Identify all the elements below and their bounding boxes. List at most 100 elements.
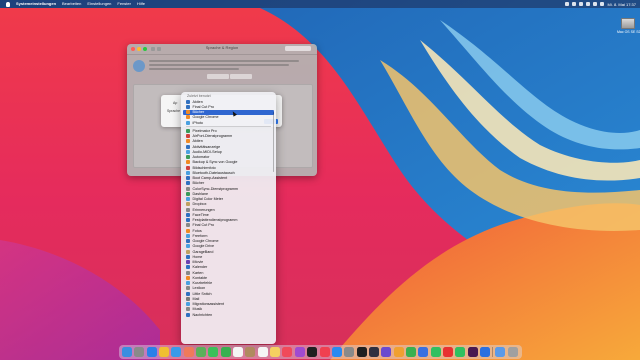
app-list-item[interactable]: Final Cut Pro — [181, 104, 276, 109]
app-icon — [186, 128, 190, 133]
app-icon — [186, 144, 190, 149]
app-icon — [186, 99, 190, 104]
contacts-icon[interactable] — [245, 347, 256, 357]
app-icon — [186, 120, 190, 125]
app-icon — [186, 191, 190, 196]
snitch-status-icon[interactable] — [571, 2, 576, 6]
hard-drive-icon — [621, 18, 635, 29]
app-list-item[interactable]: Nachrichten — [181, 312, 276, 317]
app-icon — [186, 275, 190, 280]
app-list-label: Bildschirmfoto — [192, 165, 216, 170]
finder-icon[interactable] — [122, 347, 132, 357]
app-icon — [186, 244, 190, 249]
slack-icon[interactable] — [467, 347, 478, 357]
notes-icon[interactable] — [270, 347, 281, 357]
tab-general[interactable] — [207, 74, 229, 79]
app-list-label: Bücher — [192, 110, 205, 115]
launchpad-icon[interactable] — [134, 347, 145, 357]
reminders-icon[interactable] — [257, 347, 268, 357]
app-icon — [186, 139, 190, 144]
menu-bearbeiten[interactable]: Bearbeiten — [62, 0, 81, 8]
desktop-wallpaper — [0, 0, 640, 360]
app-icon — [186, 212, 190, 217]
app-list-label: Kalender — [192, 265, 208, 270]
control-center-icon[interactable] — [599, 2, 604, 6]
app-list-label: Little Snitch — [192, 291, 212, 296]
app-list-label: Fotos — [192, 228, 202, 233]
messages-icon[interactable] — [208, 347, 219, 357]
app-icon — [186, 239, 190, 243]
app-list-label: Festplattendienstprogramm — [192, 218, 238, 222]
trash-icon[interactable] — [507, 347, 518, 357]
tab-apps[interactable] — [230, 74, 252, 79]
maps-icon[interactable] — [196, 347, 207, 357]
music-icon[interactable] — [282, 347, 293, 357]
safari-icon[interactable] — [146, 347, 157, 357]
spotify-icon[interactable] — [455, 347, 466, 357]
chrome-icon[interactable] — [159, 347, 170, 357]
menu-app-name[interactable]: Systemeinstellungen — [16, 0, 56, 8]
calendar-icon[interactable] — [233, 347, 244, 357]
app-icon — [186, 312, 190, 317]
app-list-label: Pixelmator Pro — [192, 128, 217, 133]
dropbox-status-icon[interactable] — [564, 2, 569, 6]
app-list-label: Automator — [192, 155, 210, 159]
menu-clock[interactable]: Mi. 8. Mai 17:37 — [608, 2, 636, 7]
app-icon — [186, 302, 190, 306]
app-list-label: Google Chrome — [192, 115, 219, 120]
app-list-label: Karten — [192, 270, 204, 275]
wifi-status-icon[interactable] — [585, 2, 590, 6]
app-icon — [186, 233, 190, 238]
app-icon — [186, 197, 190, 201]
list-header: Zuletzt benutzt — [187, 94, 211, 98]
pages-icon[interactable] — [393, 347, 404, 357]
app-icon — [186, 202, 190, 207]
app-list-label: Backup & Sync von Google — [192, 160, 238, 165]
imovie-icon[interactable] — [381, 347, 392, 357]
app-list-label: Aktien — [192, 139, 203, 144]
app-icon — [186, 260, 190, 264]
app-icon — [186, 186, 190, 191]
app-icon — [186, 207, 190, 212]
photos-icon[interactable] — [183, 347, 194, 357]
window-titlebar: Sprache & Region — [127, 44, 317, 55]
app-icon — [186, 249, 190, 254]
search-input[interactable] — [285, 46, 311, 51]
mail-icon[interactable] — [171, 347, 182, 357]
app-list-label: Dashlane — [192, 191, 209, 196]
facetime-icon[interactable] — [220, 347, 231, 357]
settings-icon[interactable] — [344, 347, 355, 357]
downloads-icon[interactable] — [495, 347, 506, 357]
youtube-icon[interactable] — [442, 347, 453, 357]
tv-icon[interactable] — [307, 347, 318, 357]
sheet-app-label: Ap — [173, 101, 178, 105]
app-list-label: Mail — [192, 296, 200, 301]
menu-hilfe[interactable]: Hilfe — [137, 0, 145, 8]
app-list-label: Erinnerungen — [192, 207, 215, 212]
finalcut-icon[interactable] — [368, 347, 379, 357]
appstore-icon[interactable] — [331, 347, 342, 357]
dropbox-icon[interactable] — [479, 347, 490, 357]
list-scrollbar[interactable] — [272, 112, 274, 172]
apple-menu-icon[interactable] — [6, 1, 10, 7]
app-icon — [186, 110, 190, 115]
numbers-icon[interactable] — [405, 347, 416, 357]
terminal-icon[interactable] — [356, 347, 367, 357]
app-list-popup: Zuletzt benutzt Aktien Final Cut Pro Büche… — [181, 92, 276, 344]
menu-fenster[interactable]: Fenster — [117, 0, 131, 8]
status-area: Mi. 8. Mai 17:37 — [562, 0, 636, 8]
keynote-icon[interactable] — [418, 347, 429, 357]
battery-status-icon[interactable] — [578, 2, 583, 6]
desktop-drive[interactable]: Mac OS SE SD — [617, 18, 640, 34]
drive-label: Mac OS SE SD — [617, 30, 640, 34]
app-list-label: GarageBand — [192, 249, 214, 254]
podcasts-icon[interactable] — [294, 347, 305, 357]
whatsapp-icon[interactable] — [430, 347, 441, 357]
app-list-label: Kurzbefehle — [192, 281, 213, 285]
app-icon — [186, 281, 190, 285]
search-status-icon[interactable] — [592, 2, 597, 6]
news-icon[interactable] — [319, 347, 330, 357]
app-list-item[interactable]: iPhoto — [181, 120, 276, 125]
menu-einstellungen[interactable]: Einstellungen — [87, 0, 111, 8]
app-icon — [186, 170, 190, 175]
